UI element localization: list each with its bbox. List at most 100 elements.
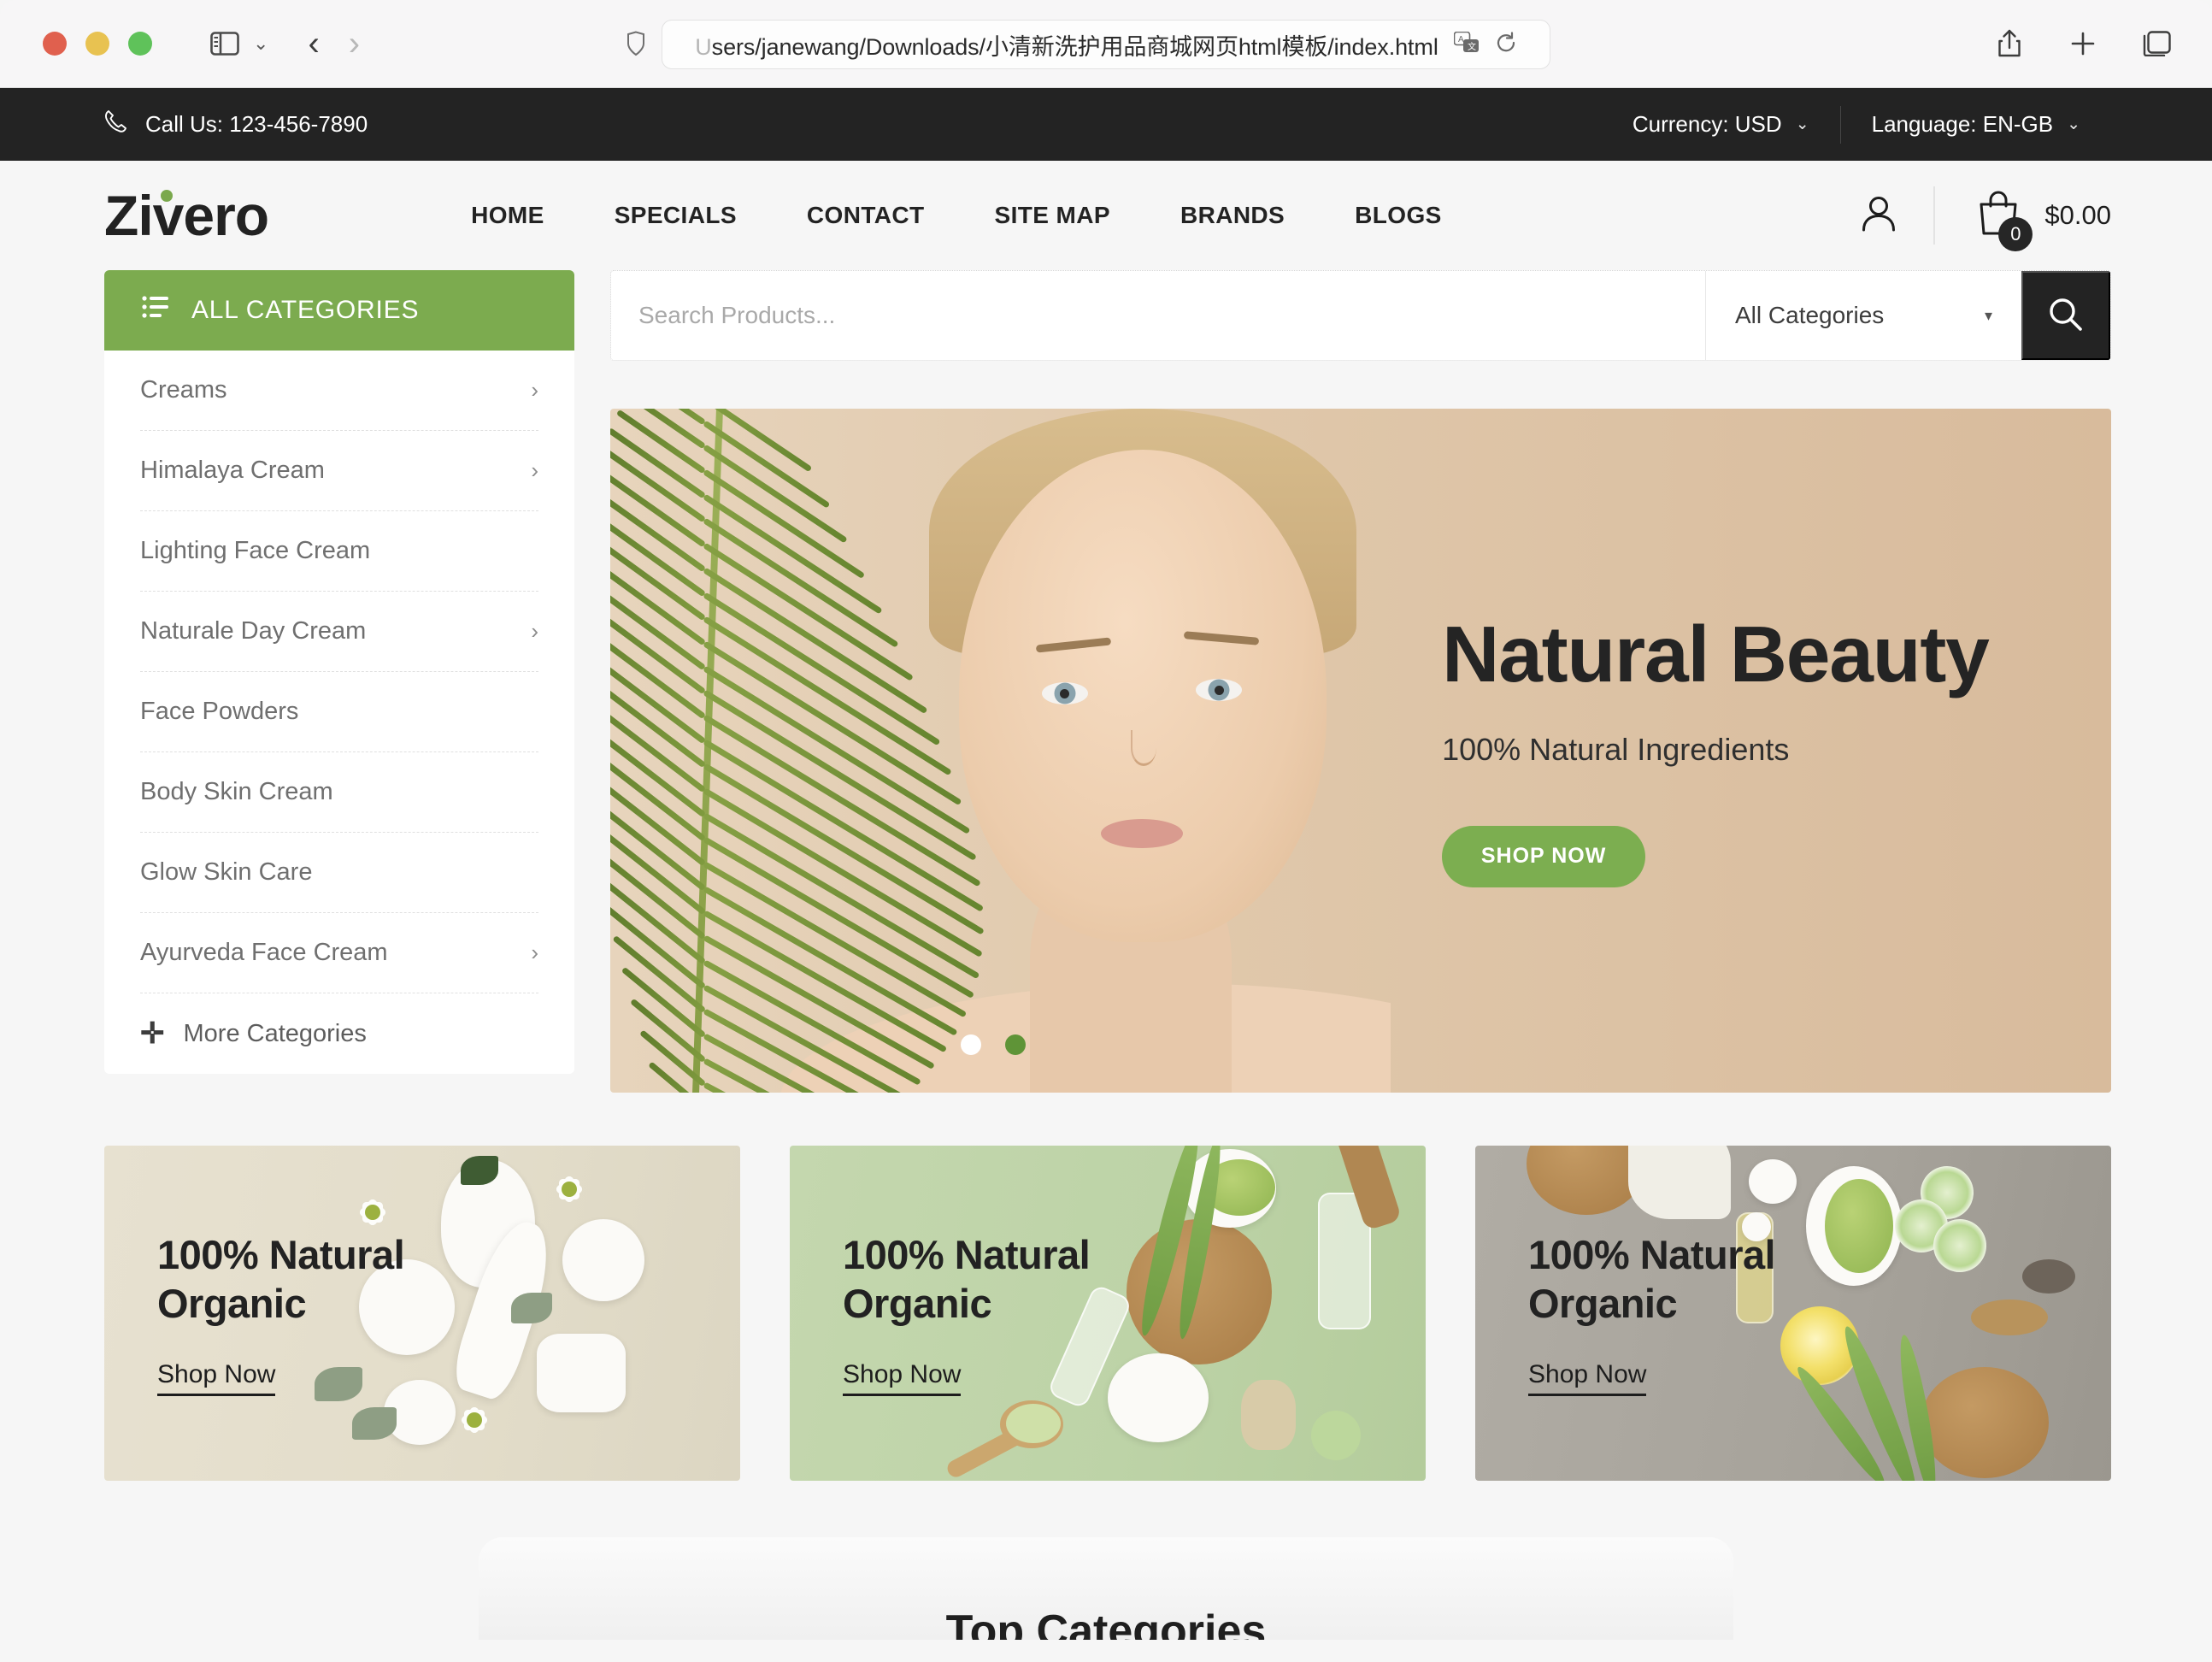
svg-text:文: 文 <box>1468 41 1476 52</box>
category-item-body-skin-cream[interactable]: Body Skin Cream <box>140 752 538 833</box>
hero-title: Natural Beauty <box>1442 609 1990 698</box>
shield-icon[interactable] <box>616 24 656 63</box>
maximize-window-button[interactable] <box>128 32 152 56</box>
promo-title-line1: 100% Natural <box>157 1231 405 1277</box>
chevron-down-icon[interactable]: ⌄ <box>253 32 268 55</box>
chevron-right-icon: › <box>531 618 538 644</box>
close-window-button[interactable] <box>43 32 67 56</box>
hero-shop-now-button[interactable]: SHOP NOW <box>1442 825 1646 887</box>
promo-shop-now-link-2[interactable]: Shop Now <box>843 1360 962 1397</box>
category-label: Creams <box>140 376 227 404</box>
currency-selector[interactable]: Currency: USD ⌄ <box>1602 111 1840 138</box>
search-category-select[interactable]: All Categories ▾ <box>1705 271 2021 360</box>
promo-title-line2: Organic <box>1528 1281 1678 1326</box>
hero-banner: Natural Beauty 100% Natural Ingredients … <box>610 409 2111 1093</box>
window-controls[interactable] <box>43 32 152 56</box>
promo-title-line1: 100% Natural <box>1528 1231 1776 1277</box>
promo-title-1: 100% Natural Organic <box>157 1230 405 1329</box>
search-input-wrapper[interactable] <box>611 271 1705 360</box>
category-item-lighting-face-cream[interactable]: Lighting Face Cream <box>140 511 538 592</box>
address-bar[interactable]: Users/janewang/Downloads/小清新洗护用品商城网页html… <box>662 20 1550 69</box>
phone-icon <box>103 109 128 140</box>
chevron-down-icon: ⌄ <box>1795 115 1809 133</box>
language-selector[interactable]: Language: EN-GB ⌄ <box>1841 111 2111 138</box>
top-categories-title: Top Categories <box>945 1606 1267 1640</box>
promo-title-line2: Organic <box>843 1281 992 1326</box>
category-label: Body Skin Cream <box>140 778 333 805</box>
nav-item-contact[interactable]: CONTACT <box>772 202 960 229</box>
all-categories-header[interactable]: ALL CATEGORIES <box>104 270 574 351</box>
forward-arrow-icon[interactable]: › <box>349 27 360 61</box>
main-navigation: HOME SPECIALS CONTACT SITE MAP BRANDS BL… <box>436 202 1477 229</box>
cart-total: $0.00 <box>2044 200 2111 230</box>
palm-leaf-illustration <box>610 409 1391 1093</box>
call-us-block[interactable]: Call Us: 123-456-7890 <box>103 109 368 140</box>
all-categories-label: ALL CATEGORIES <box>191 296 420 324</box>
chevron-right-icon: › <box>531 940 538 965</box>
promo-card-row: 100% Natural Organic Shop Now 100% Natur… <box>0 1146 2212 1481</box>
promo-title-3: 100% Natural Organic <box>1528 1230 1776 1329</box>
reload-icon[interactable] <box>1495 31 1517 58</box>
language-label: Language: EN-GB <box>1871 111 2054 137</box>
promo-title-line1: 100% Natural <box>843 1231 1091 1277</box>
promo-shop-now-link-1[interactable]: Shop Now <box>157 1360 276 1397</box>
list-icon <box>142 296 169 325</box>
category-item-naturale-day-cream[interactable]: Naturale Day Cream › <box>140 592 538 672</box>
search-category-value: All Categories <box>1735 302 1885 328</box>
carousel-dot-2[interactable] <box>1005 1034 1026 1055</box>
search-button[interactable] <box>2021 271 2110 360</box>
logo-dot-icon <box>161 190 173 202</box>
account-icon[interactable] <box>1824 192 1933 240</box>
category-label: Lighting Face Cream <box>140 537 371 564</box>
plus-icon[interactable] <box>2063 24 2103 63</box>
more-categories-button[interactable]: ✛ More Categories <box>140 993 538 1074</box>
minimize-window-button[interactable] <box>85 32 109 56</box>
product-search-bar: All Categories ▾ <box>610 270 2111 361</box>
hero-image <box>610 409 1391 1093</box>
promo-title-line2: Organic <box>157 1281 307 1326</box>
hero-copy: Natural Beauty 100% Natural Ingredients … <box>1391 409 2111 1093</box>
chevron-right-icon: › <box>531 457 538 483</box>
category-label: Ayurveda Face Cream <box>140 939 388 966</box>
main-column: All Categories ▾ <box>610 270 2111 1093</box>
phone-number: Call Us: 123-456-7890 <box>145 111 368 137</box>
chevron-down-icon: ▾ <box>1984 306 1992 324</box>
category-item-creams[interactable]: Creams › <box>140 351 538 431</box>
logo-text: Zivero <box>104 184 269 247</box>
sidebar-icon[interactable] <box>205 24 244 63</box>
search-input[interactable] <box>638 302 1705 329</box>
shopping-bag-icon: 0 <box>1976 191 2033 251</box>
category-label: Naturale Day Cream <box>140 617 367 645</box>
cart-button[interactable]: 0 $0.00 <box>1935 191 2111 251</box>
nav-item-specials[interactable]: SPECIALS <box>579 202 772 229</box>
nav-item-brands[interactable]: BRANDS <box>1145 202 1320 229</box>
category-item-himalaya-cream[interactable]: Himalaya Cream › <box>140 431 538 511</box>
promo-text-3: 100% Natural Organic Shop Now <box>1475 1230 1776 1397</box>
more-categories-label: More Categories <box>183 1019 367 1047</box>
promo-text-1: 100% Natural Organic Shop Now <box>104 1230 405 1397</box>
back-arrow-icon[interactable]: ‹ <box>308 27 319 61</box>
category-label: Glow Skin Care <box>140 858 313 886</box>
promo-card-3[interactable]: 100% Natural Organic Shop Now <box>1475 1146 2111 1481</box>
nav-item-blogs[interactable]: BLOGS <box>1320 202 1477 229</box>
search-icon <box>2046 295 2086 337</box>
nav-item-home[interactable]: HOME <box>436 202 579 229</box>
share-icon[interactable] <box>1990 24 2029 63</box>
carousel-dot-1[interactable] <box>961 1034 981 1055</box>
top-categories-section: Top Categories <box>479 1537 1733 1640</box>
promo-card-1[interactable]: 100% Natural Organic Shop Now <box>104 1146 740 1481</box>
translate-icon[interactable]: A文 <box>1453 31 1480 58</box>
promo-card-2[interactable]: 100% Natural Organic Shop Now <box>790 1146 1426 1481</box>
svg-text:A: A <box>1458 35 1464 44</box>
tabs-icon[interactable] <box>2137 24 2176 63</box>
site-logo[interactable]: Zivero <box>104 183 269 248</box>
category-item-ayurveda-face-cream[interactable]: Ayurveda Face Cream › <box>140 913 538 993</box>
category-sidebar: ALL CATEGORIES Creams › Himalaya Cream ›… <box>104 270 574 1093</box>
url-text: Users/janewang/Downloads/小清新洗护用品商城网页html… <box>695 33 1438 60</box>
promo-shop-now-link-3[interactable]: Shop Now <box>1528 1360 1647 1397</box>
promo-title-2: 100% Natural Organic <box>843 1230 1091 1329</box>
category-item-face-powders[interactable]: Face Powders <box>140 672 538 752</box>
promo-text-2: 100% Natural Organic Shop Now <box>790 1230 1091 1397</box>
nav-item-site-map[interactable]: SITE MAP <box>960 202 1145 229</box>
category-item-glow-skin-care[interactable]: Glow Skin Care <box>140 833 538 913</box>
